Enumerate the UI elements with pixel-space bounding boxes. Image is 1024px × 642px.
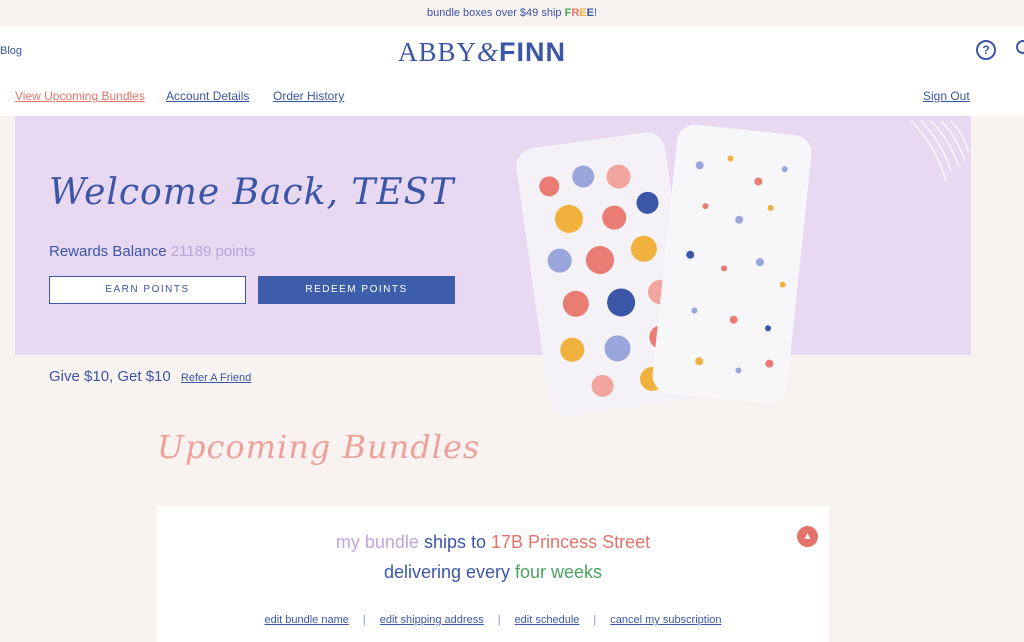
earn-points-button[interactable]: EARN POINTS [49, 276, 246, 304]
shipping-address: 17B Princess Street [491, 532, 651, 552]
decorative-rays-icon [910, 120, 970, 182]
rewards-label: Rewards Balance [49, 243, 167, 260]
upcoming-bundles-heading: Upcoming Bundles [157, 428, 481, 466]
nav-order-history[interactable]: Order History [273, 89, 344, 103]
deliver-line: delivering every four weeks [157, 562, 829, 583]
refer-section: Give $10, Get $10 Refer A Friend [49, 368, 251, 385]
separator: | [362, 614, 366, 626]
nav-view-upcoming-bundles[interactable]: View Upcoming Bundles [15, 89, 145, 103]
delivery-frequency: four weeks [515, 562, 603, 582]
separator: | [593, 614, 597, 626]
logo-abby: ABBY [398, 37, 478, 67]
delivering-label: delivering every [383, 562, 510, 582]
refer-a-friend-link[interactable]: Refer A Friend [181, 372, 251, 384]
blog-link[interactable]: Blog [0, 45, 22, 57]
edit-schedule-link[interactable]: edit schedule [515, 614, 580, 626]
promo-text-end: ! [593, 7, 598, 19]
edit-bundle-name-link[interactable]: edit bundle name [264, 614, 348, 626]
free-letter: E [586, 7, 594, 19]
edit-shipping-address-link[interactable]: edit shipping address [380, 614, 484, 626]
logo-finn: FINN [499, 37, 567, 67]
promo-text: bundle boxes over $49 ship [426, 7, 565, 19]
bundle-actions: edit bundle name | edit shipping address | e… [157, 614, 829, 626]
free-letter: E [579, 7, 587, 19]
search-icon[interactable] [1016, 40, 1024, 54]
ships-to-label: ships to [423, 532, 487, 552]
rewards-balance: Rewards Balance 21189 points [49, 243, 256, 260]
promo-free-text: FREE [565, 7, 594, 19]
refer-text: Give $10, Get $10 [49, 368, 171, 385]
bundle-name: my bundle [335, 532, 419, 552]
nav-sign-out[interactable]: Sign Out [923, 89, 970, 103]
nav-account-details[interactable]: Account Details [166, 89, 249, 103]
separator: | [497, 614, 501, 626]
rewards-points: 21189 points [170, 243, 256, 260]
cancel-subscription-link[interactable]: cancel my subscription [610, 614, 721, 626]
promo-banner: bundle boxes over $49 ship FREE! [0, 0, 1024, 26]
ship-line: my bundle ships to 17B Princess Street [157, 532, 829, 553]
site-header: Blog ABBY&FINN ? View Upcoming Bundles A… [0, 26, 1024, 116]
diapers-image [516, 124, 812, 416]
bundle-card: my bundle ships to 17B Princess Street d… [157, 506, 829, 642]
help-icon[interactable]: ? [976, 40, 996, 60]
welcome-heading: Welcome Back, TEST [49, 172, 455, 213]
abby-finn-logo[interactable]: ABBY&FINN [398, 37, 566, 68]
redeem-points-button[interactable]: REDEEM POINTS [258, 276, 455, 304]
chevron-up-icon[interactable]: ▲ [797, 526, 818, 547]
logo-ampersand: & [477, 37, 500, 67]
